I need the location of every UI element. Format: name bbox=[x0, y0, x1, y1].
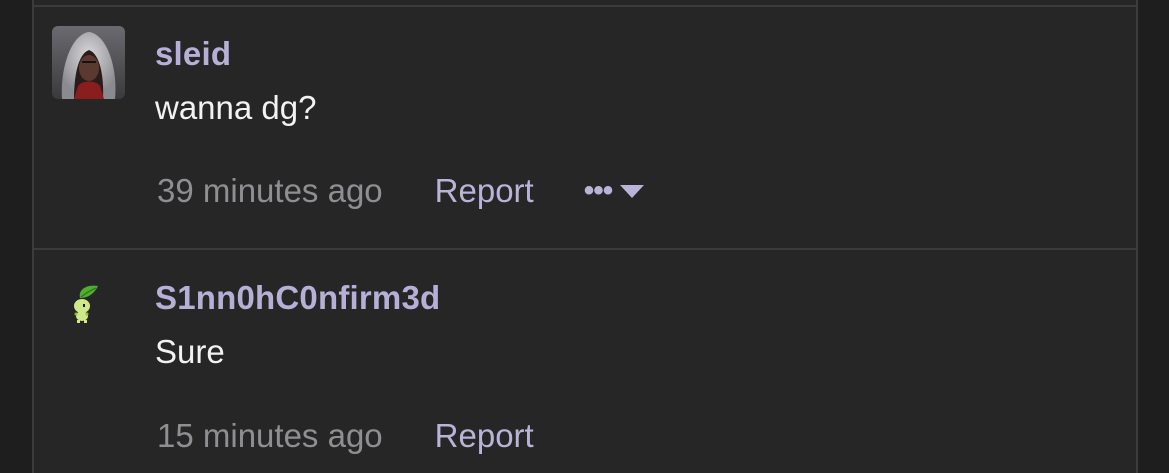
comment-body: Sure bbox=[155, 333, 225, 370]
comment-meta: 15 minutes ago Report bbox=[157, 416, 534, 456]
more-options-dots-icon: ••• bbox=[583, 174, 613, 207]
hooded-figure-avatar-icon[interactable] bbox=[52, 26, 125, 99]
comment-timestamp[interactable]: 39 minutes ago bbox=[157, 172, 383, 210]
report-button[interactable]: Report bbox=[435, 417, 534, 455]
comment-username[interactable]: S1nn0hC0nfirm3d bbox=[155, 279, 440, 317]
comment-meta: 39 minutes ago Report ••• bbox=[157, 171, 645, 211]
chevron-down-icon bbox=[620, 184, 645, 198]
comment-body: wanna dg? bbox=[155, 89, 317, 126]
more-options-button[interactable]: ••• bbox=[584, 176, 645, 206]
comment-thread: sleid wanna dg? 39 minutes ago Report ••… bbox=[32, 0, 1138, 473]
comment: sleid wanna dg? 39 minutes ago Report ••… bbox=[34, 7, 1136, 248]
comment-username[interactable]: sleid bbox=[155, 35, 231, 73]
report-button[interactable]: Report bbox=[435, 172, 534, 210]
comment: S1nn0hC0nfirm3d Sure 15 minutes ago Repo… bbox=[34, 250, 1136, 473]
comment-timestamp[interactable]: 15 minutes ago bbox=[157, 417, 383, 455]
chikorita-sprite-avatar-icon[interactable] bbox=[64, 280, 109, 325]
page: sleid wanna dg? 39 minutes ago Report ••… bbox=[0, 0, 1169, 473]
